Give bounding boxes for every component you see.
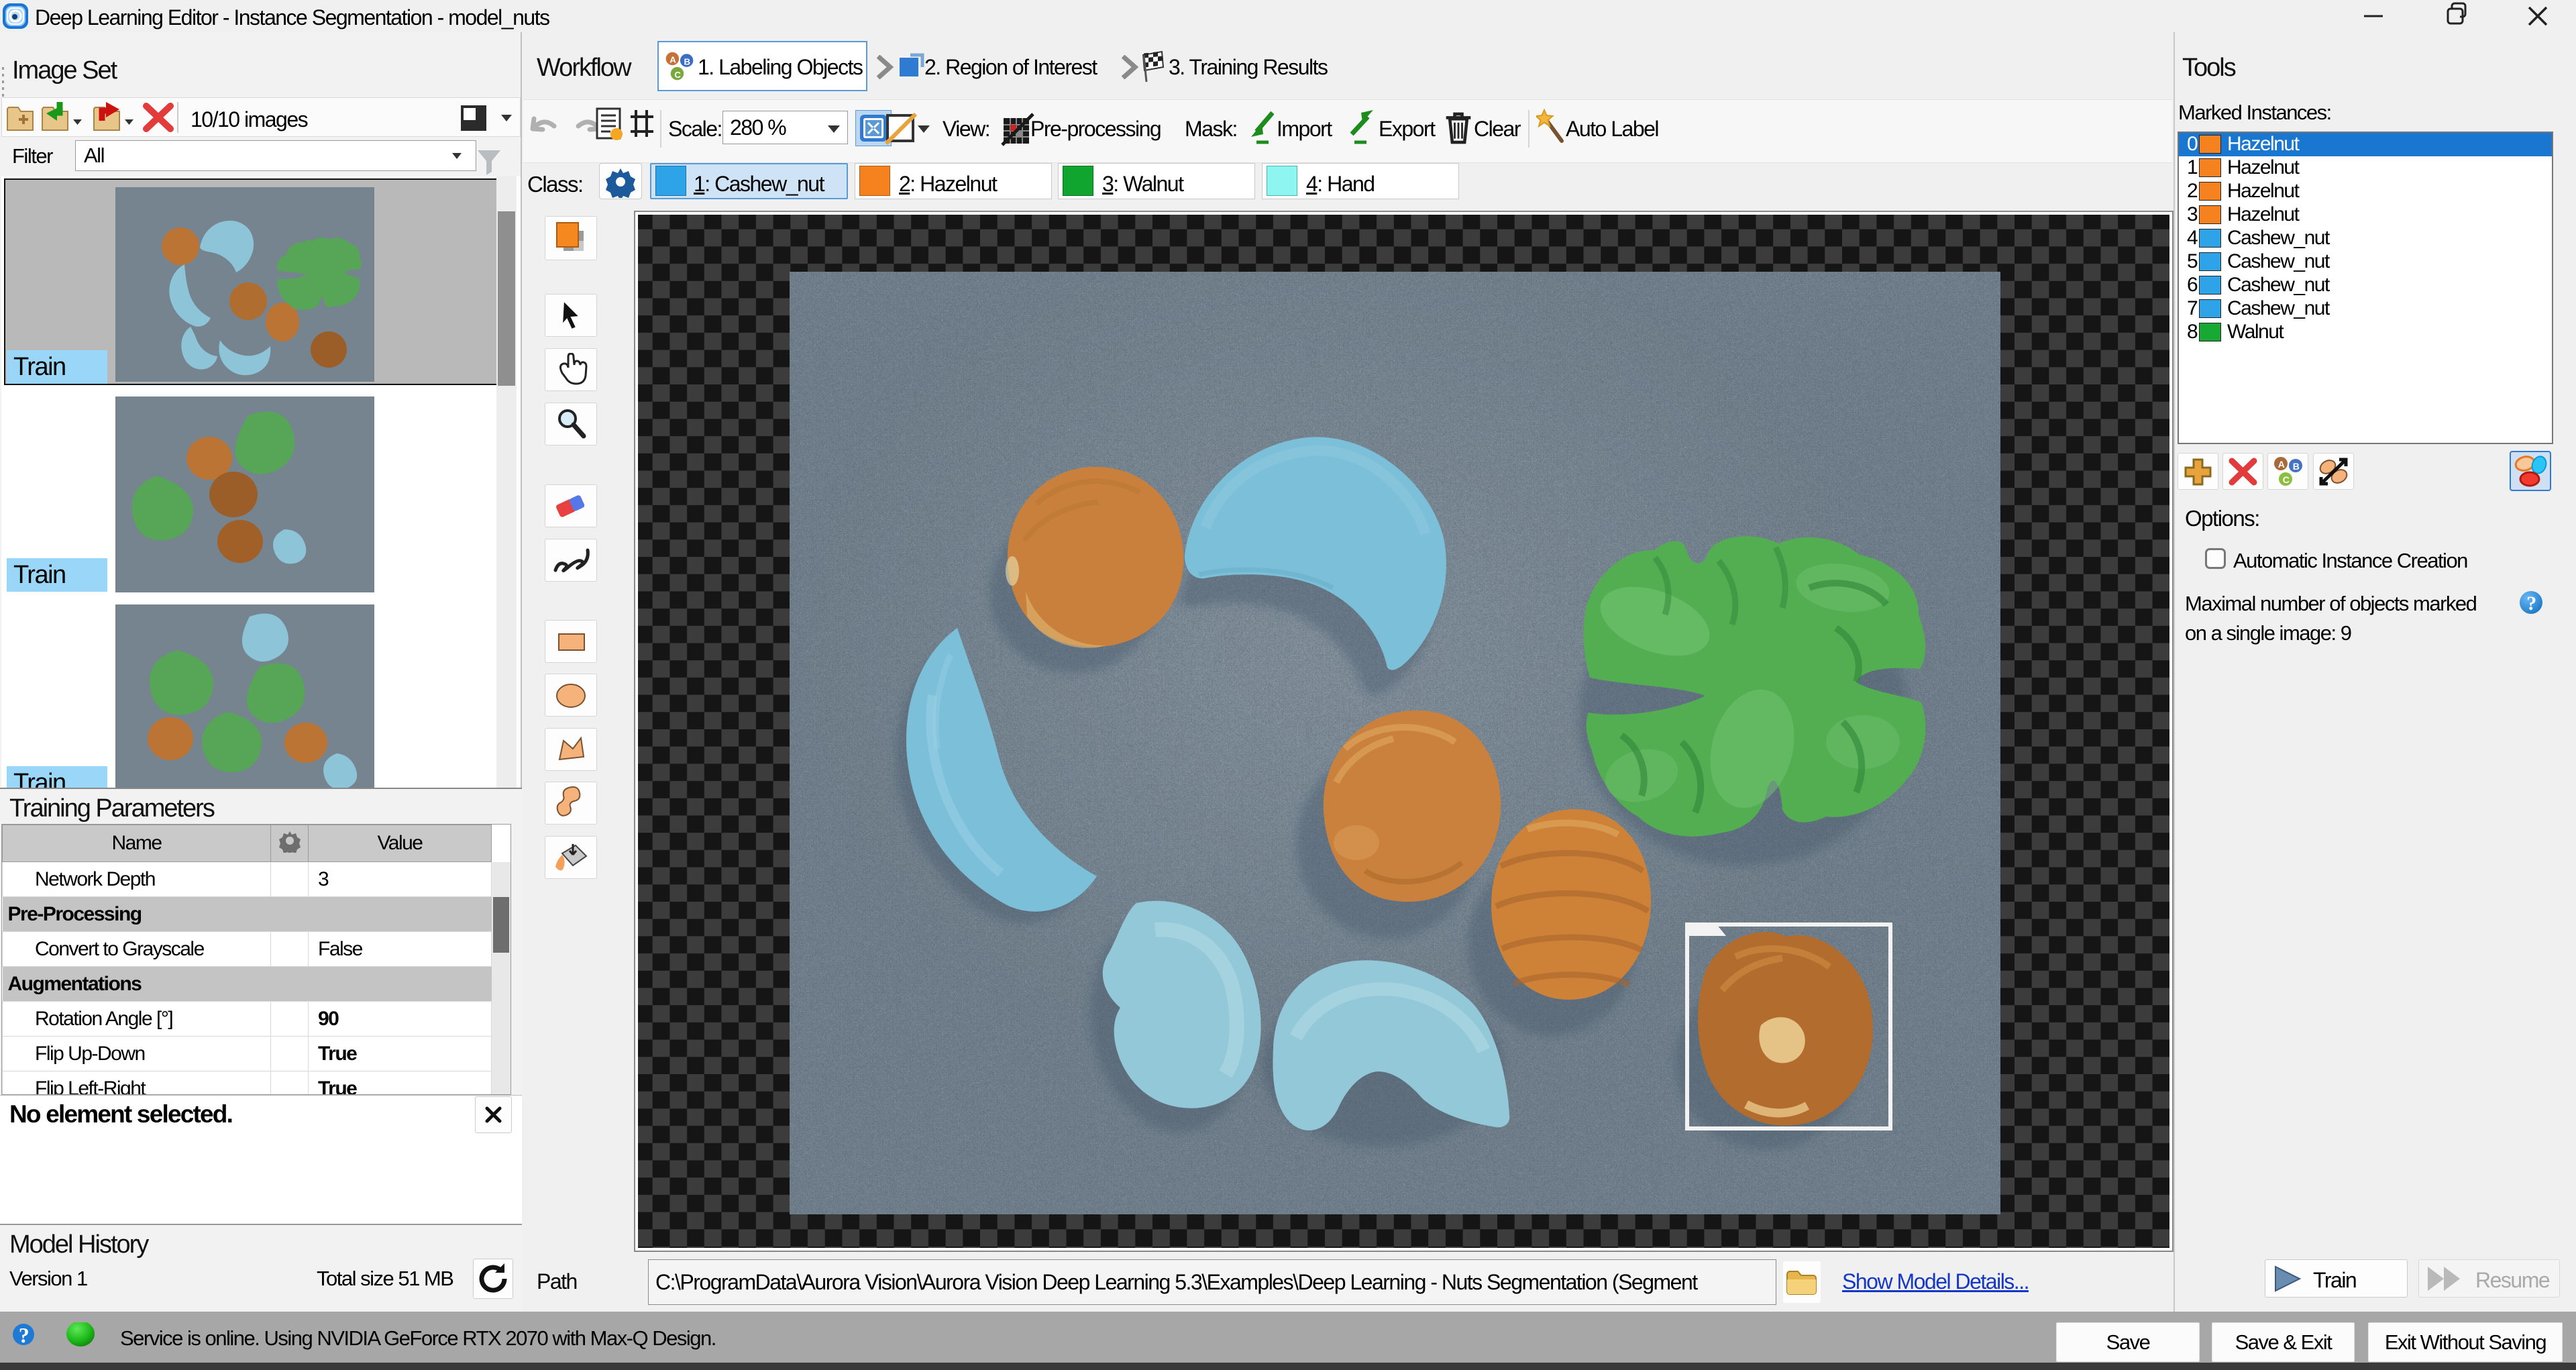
svg-text:C: C (2283, 474, 2290, 485)
svg-text:?: ? (2526, 592, 2536, 615)
svg-text:?: ? (19, 1323, 29, 1347)
svg-text:A: A (2278, 459, 2285, 470)
svg-text:B: B (2293, 461, 2300, 472)
svg-text:B: B (684, 56, 690, 66)
